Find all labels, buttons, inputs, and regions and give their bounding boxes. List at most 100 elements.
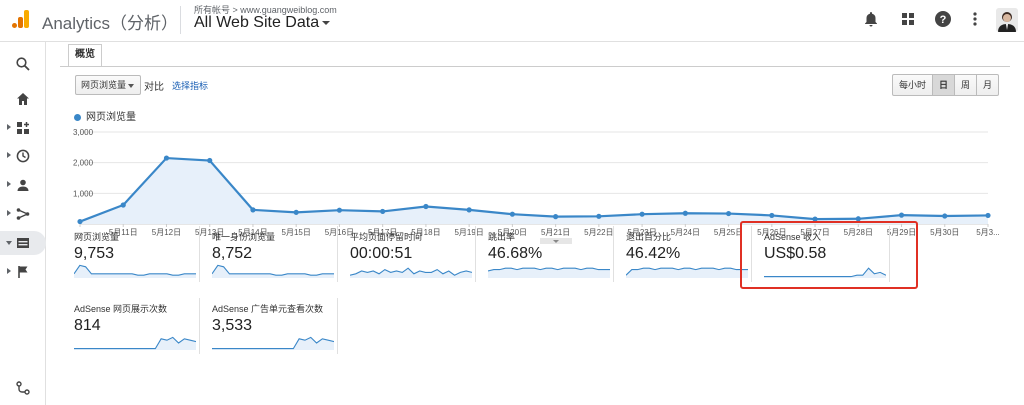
sparkline-area [74, 265, 196, 278]
data-point[interactable] [380, 208, 386, 215]
apps-grid-icon[interactable] [899, 10, 917, 28]
data-point[interactable] [466, 207, 472, 213]
help-icon[interactable]: ? [934, 10, 952, 28]
data-point[interactable] [553, 214, 559, 220]
adsense-highlight-box [740, 221, 918, 289]
data-point[interactable] [163, 155, 170, 161]
vs-label: 对比 [144, 82, 164, 93]
nav-home[interactable] [0, 87, 46, 111]
period-hourly-button[interactable]: 每小时 [892, 74, 934, 96]
scorecard-title: AdSense 广告单元查看次数 [212, 304, 324, 314]
scorecard[interactable]: AdSense 广告单元查看次数 3,533 [206, 294, 338, 354]
nav-customization[interactable] [0, 116, 46, 140]
data-point[interactable] [336, 207, 343, 213]
scorecard[interactable]: 退出百分比 46.42% [620, 222, 752, 282]
x-tick-label: 5月30日 [930, 228, 959, 237]
scorecard-value: 46.42% [626, 245, 681, 262]
scorecard[interactable]: 唯一身份浏览量 8,752 [206, 222, 338, 282]
behavior-icon [17, 238, 29, 248]
more-vert-icon[interactable] [966, 10, 984, 28]
sparkline-area [626, 268, 748, 278]
data-point[interactable] [120, 202, 126, 208]
expand-arrow-icon [7, 124, 11, 130]
legend-dot-icon [74, 113, 81, 121]
realtime-icon [16, 149, 30, 163]
svg-text:?: ? [940, 14, 947, 26]
nav-realtime[interactable] [0, 144, 46, 168]
admin-icon [16, 381, 30, 395]
scorecard-title: 平均页面停留时间 [350, 232, 423, 242]
scorecard-divider [337, 298, 338, 354]
nav-admin[interactable] [0, 376, 46, 400]
scorecard-value: 46.68% [488, 245, 543, 262]
data-point[interactable] [942, 213, 948, 219]
scorecard-value: 8,752 [212, 245, 253, 262]
nav-search[interactable] [0, 52, 46, 76]
chevron-down-icon [322, 20, 331, 25]
scorecard-title: 网页浏览量 [74, 232, 120, 242]
sparkline-area [488, 268, 610, 278]
top-bar: Analytics（分析） 所有帐号 > www.guangweiblog.co… [0, 0, 1024, 42]
metric-dropdown[interactable]: 网页浏览量 [75, 75, 141, 95]
sparkline [74, 336, 196, 350]
scorecard[interactable]: AdSense 网页展示次数 814 [68, 294, 200, 354]
search-icon [16, 57, 30, 71]
scorecard-divider [199, 226, 200, 282]
scorecard[interactable]: 跳出率 46.68% [482, 222, 614, 282]
data-point[interactable] [423, 203, 429, 210]
scorecard-value: 3,533 [212, 317, 253, 334]
data-point[interactable] [682, 210, 688, 216]
nav-conversions[interactable] [0, 260, 46, 284]
choose-metric-link[interactable]: 选择指标 [172, 79, 208, 92]
y-tick-label: 2,000 [73, 159, 94, 168]
audience-icon [17, 179, 29, 191]
data-point[interactable] [985, 212, 991, 219]
nav-acquisition[interactable] [0, 202, 46, 226]
data-point[interactable] [725, 210, 732, 217]
y-tick-label: 3,000 [73, 128, 94, 137]
data-point[interactable] [639, 211, 645, 217]
legend-label: 网页浏览量 [86, 112, 136, 123]
sparkline-line [212, 264, 334, 276]
y-tick-label: 1,000 [73, 189, 94, 198]
data-point[interactable] [596, 213, 602, 219]
expand-arrow-icon [7, 181, 11, 187]
sparkline-line [74, 264, 196, 276]
sparkline [212, 336, 334, 350]
period-week-button[interactable]: 周 [954, 74, 978, 96]
left-nav [0, 42, 46, 405]
nav-audience[interactable] [0, 173, 46, 197]
conversions-icon [18, 266, 28, 278]
property-selector[interactable]: All Web Site Data [194, 14, 331, 32]
avatar[interactable] [996, 8, 1018, 32]
data-point[interactable] [769, 212, 775, 219]
data-point[interactable] [509, 211, 515, 217]
scorecard-divider [613, 226, 614, 282]
expand-arrow-icon [7, 268, 11, 274]
app-title: Analytics（分析） [42, 14, 179, 33]
collapse-arrow-icon [6, 241, 12, 245]
data-point[interactable] [250, 207, 256, 213]
scorecard-divider [475, 226, 476, 282]
nav-behavior[interactable] [0, 231, 46, 255]
data-point[interactable] [898, 212, 905, 218]
scorecard-title: 唯一身份浏览量 [212, 232, 276, 242]
sparkline-area [350, 268, 472, 278]
expand-arrow-icon [7, 152, 11, 158]
scorecard-divider [199, 298, 200, 354]
scorecard[interactable]: 网页浏览量 9,753 [68, 222, 200, 282]
divider [180, 6, 181, 34]
bell-icon[interactable] [862, 10, 880, 28]
data-point[interactable] [293, 209, 299, 215]
metric-dropdown-value: 网页浏览量 [81, 80, 127, 90]
tab-overview[interactable]: 概览 [68, 44, 102, 66]
sparkline [212, 264, 334, 278]
data-point[interactable] [207, 157, 213, 164]
analytics-logo-icon[interactable] [10, 8, 32, 30]
period-month-button[interactable]: 月 [976, 74, 1000, 96]
sparkline-area [212, 265, 334, 278]
chart-legend: 网页浏览量 [74, 108, 136, 123]
scorecard[interactable]: 平均页面停留时间 00:00:51 [344, 222, 476, 282]
period-day-button[interactable]: 日 [932, 74, 956, 96]
scorecard-value: 00:00:51 [350, 245, 413, 262]
